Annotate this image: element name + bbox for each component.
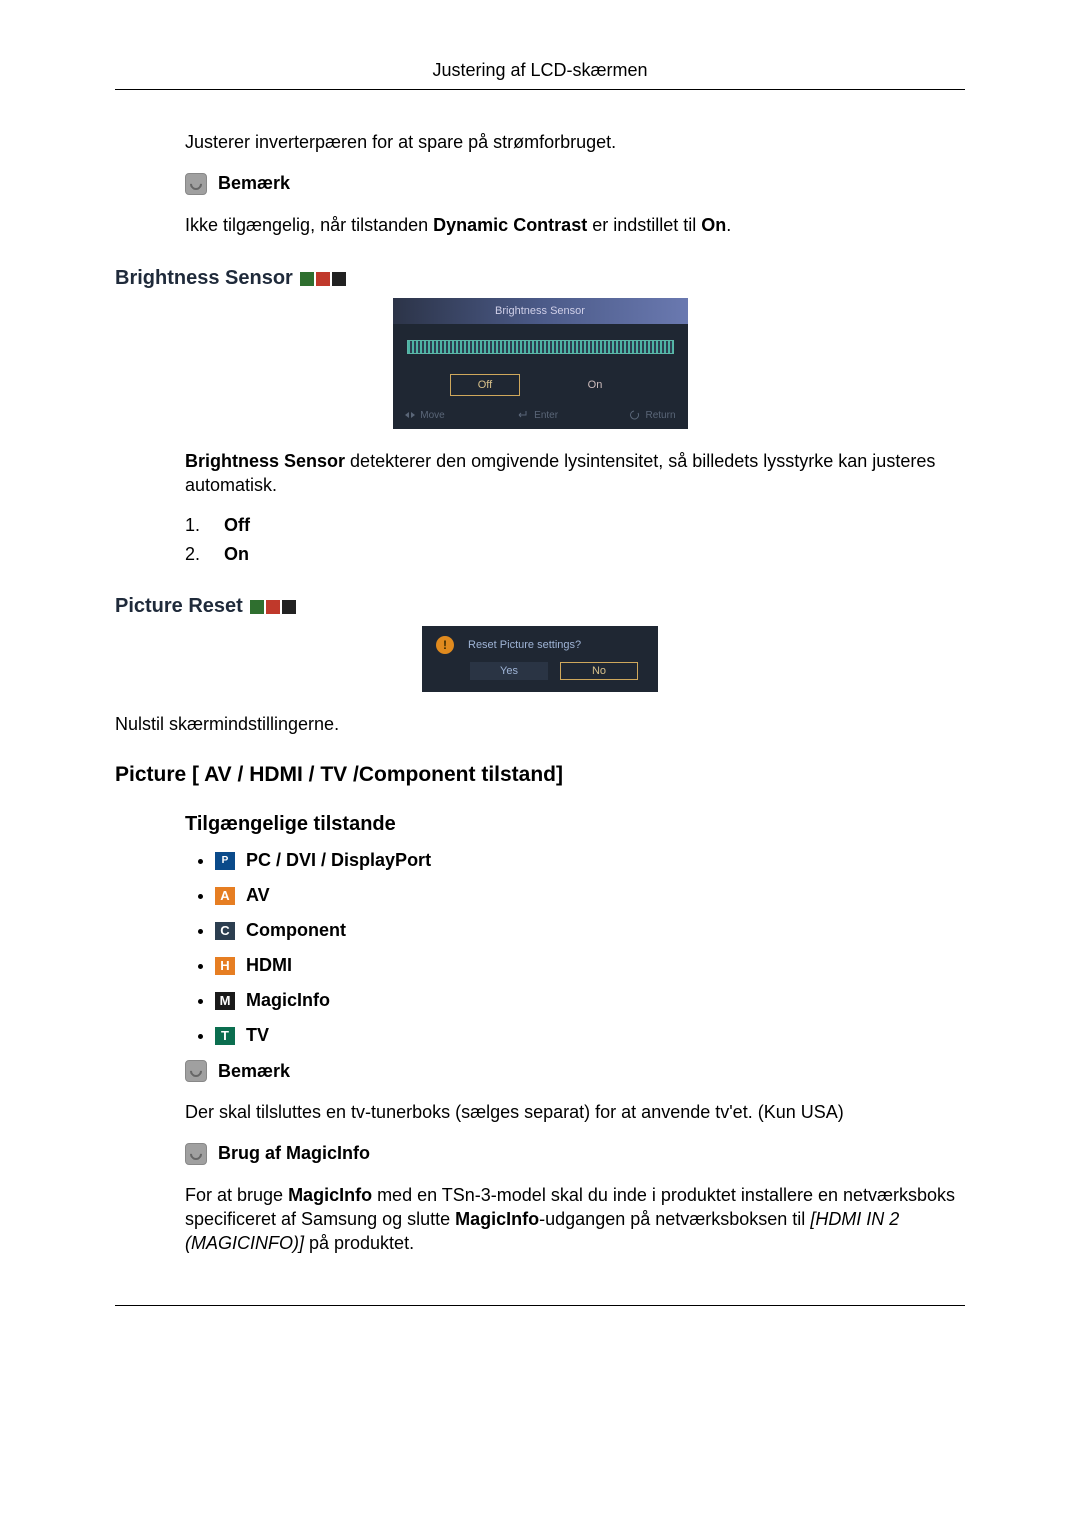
badge-icon xyxy=(250,600,264,614)
list-item: 1. Off xyxy=(185,515,965,536)
bs-option-off[interactable]: Off xyxy=(450,374,520,396)
note-icon xyxy=(185,173,207,195)
pr-yes-button[interactable]: Yes xyxy=(470,662,548,680)
list-item: 2. On xyxy=(185,544,965,565)
mi-bold1: MagicInfo xyxy=(288,1185,372,1205)
avail-mid: er indstillet til xyxy=(587,215,701,235)
mode-item-hdmi: H HDMI xyxy=(215,955,965,976)
note-label: Bemærk xyxy=(218,1060,290,1080)
avail-on: On xyxy=(701,215,726,235)
bs-osd-slider[interactable] xyxy=(407,340,674,354)
availability-sentence: Ikke tilgængelig, når tilstanden Dynamic… xyxy=(185,213,965,237)
note-icon xyxy=(185,1060,207,1082)
pr-heading-text: Picture Reset xyxy=(115,595,243,617)
list-number: 1. xyxy=(185,515,219,536)
list-label: Off xyxy=(224,515,250,535)
bs-description: Brightness Sensor detekterer den omgiven… xyxy=(185,449,965,498)
bs-heading-badges xyxy=(300,272,346,286)
bs-osd-footer: Move Enter Return xyxy=(393,404,688,429)
mode-badge-icon: C xyxy=(215,922,235,940)
warning-icon: ! xyxy=(436,636,454,654)
note-label: Bemærk xyxy=(218,173,290,193)
magicinfo-heading: Brug af MagicInfo xyxy=(218,1143,370,1163)
modes-block: Tilgængelige tilstande P PC / DVI / Disp… xyxy=(185,813,965,1256)
mode-badge-icon: H xyxy=(215,957,235,975)
arrows-icon xyxy=(405,410,415,420)
pr-osd-row: ! Reset Picture settings? xyxy=(422,626,658,658)
badge-icon xyxy=(316,272,330,286)
mode-label: AV xyxy=(246,885,270,905)
avail-dc: Dynamic Contrast xyxy=(433,215,587,235)
mode-item-av: A AV xyxy=(215,885,965,906)
magicinfo-heading-row: Brug af MagicInfo xyxy=(185,1142,965,1164)
brightness-sensor-heading: Brightness Sensor xyxy=(115,267,965,290)
pr-osd-panel: ! Reset Picture settings? Yes No xyxy=(422,626,658,692)
bs-option-list: 1. Off 2. On xyxy=(185,515,965,565)
badge-icon xyxy=(300,272,314,286)
bs-option-on[interactable]: On xyxy=(560,374,630,396)
pr-description: Nulstil skærmindstillingerne. xyxy=(115,712,965,736)
avail-prefix: Ikke tilgængelig, når tilstanden xyxy=(185,215,433,235)
note-row: Bemærk xyxy=(185,172,965,194)
bs-footer-move: Move xyxy=(405,410,445,421)
tv-note-paragraph: Der skal tilsluttes en tv-tunerboks (sæl… xyxy=(185,1100,965,1124)
pr-osd-question: Reset Picture settings? xyxy=(468,639,581,651)
bs-osd-panel: Brightness Sensor Off On Move Enter xyxy=(393,298,688,429)
mode-label: Component xyxy=(246,920,346,940)
mode-badge-icon: P xyxy=(215,852,235,870)
avail-suffix: . xyxy=(726,215,731,235)
mi-mid2: -udgangen på netværksboksen til xyxy=(539,1209,810,1229)
tv-note-row: Bemærk xyxy=(185,1060,965,1082)
mode-badge-icon: A xyxy=(215,887,235,905)
mode-badge-icon: M xyxy=(215,992,235,1010)
modes-subheading: Tilgængelige tilstande xyxy=(185,813,965,836)
mode-item-tv: T TV xyxy=(215,1025,965,1046)
note-icon xyxy=(185,1143,207,1165)
page-title: Justering af LCD-skærmen xyxy=(115,60,965,90)
pr-heading-badges xyxy=(250,600,296,614)
pr-osd-buttons: Yes No xyxy=(422,658,658,682)
header-title-text: Justering af LCD-skærmen xyxy=(432,60,647,80)
mode-item-component: C Component xyxy=(215,920,965,941)
bs-osd-title: Brightness Sensor xyxy=(393,298,688,324)
page-root: Justering af LCD-skærmen Justerer invert… xyxy=(0,0,1080,1386)
footer-separator xyxy=(115,1305,965,1306)
mi-suffix: på produktet. xyxy=(304,1233,414,1253)
bs-heading-text: Brightness Sensor xyxy=(115,267,293,289)
pr-no-button[interactable]: No xyxy=(560,662,638,680)
magicinfo-paragraph: For at bruge MagicInfo med en TSn-3-mode… xyxy=(185,1183,965,1256)
bs-osd-body: Off On xyxy=(393,324,688,404)
return-icon xyxy=(630,410,640,420)
modes-list: P PC / DVI / DisplayPort A AV C Componen… xyxy=(185,850,965,1046)
intro-paragraph: Justerer inverterpæren for at spare på s… xyxy=(185,130,965,154)
intro-block: Justerer inverterpæren for at spare på s… xyxy=(185,130,965,237)
mi-bold2: MagicInfo xyxy=(455,1209,539,1229)
bs-desc-bold: Brightness Sensor xyxy=(185,451,345,471)
mode-item-magicinfo: M MagicInfo xyxy=(215,990,965,1011)
mode-label: PC / DVI / DisplayPort xyxy=(246,850,431,870)
badge-icon xyxy=(282,600,296,614)
list-label: On xyxy=(224,544,249,564)
bs-osd-wrap: Brightness Sensor Off On Move Enter xyxy=(115,298,965,429)
picture-reset-heading: Picture Reset xyxy=(115,595,965,618)
mode-item-pc: P PC / DVI / DisplayPort xyxy=(215,850,965,871)
mode-label: MagicInfo xyxy=(246,990,330,1010)
enter-icon xyxy=(516,410,528,420)
mi-prefix: For at bruge xyxy=(185,1185,288,1205)
bs-text-block: Brightness Sensor detekterer den omgiven… xyxy=(185,449,965,566)
bs-footer-return: Return xyxy=(630,410,676,421)
picture-modes-heading: Picture [ AV / HDMI / TV /Component tils… xyxy=(115,763,965,787)
bs-footer-enter: Enter xyxy=(516,410,558,421)
pr-osd-wrap: ! Reset Picture settings? Yes No xyxy=(115,626,965,692)
mode-badge-icon: T xyxy=(215,1027,235,1045)
badge-icon xyxy=(266,600,280,614)
mode-label: TV xyxy=(246,1025,269,1045)
bs-osd-options: Off On xyxy=(407,374,674,396)
mode-label: HDMI xyxy=(246,955,292,975)
badge-icon xyxy=(332,272,346,286)
list-number: 2. xyxy=(185,544,219,565)
